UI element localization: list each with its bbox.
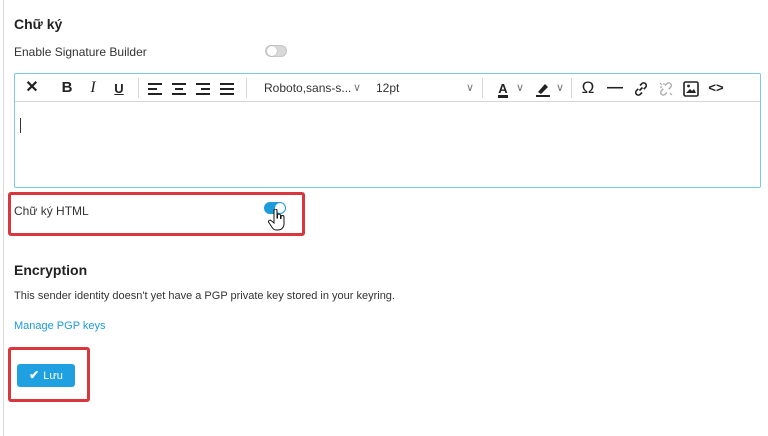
toolbar-divider [571,78,572,98]
font-family-select[interactable]: Roboto,sans-s... [264,74,351,102]
checkmark-icon: ✔ [29,368,40,382]
italic-icon: I [90,79,96,96]
align-left-button[interactable] [147,74,163,102]
encryption-description: This sender identity doesn't yet have a … [14,290,395,302]
text-caret [20,118,21,133]
code-icon: <> [708,80,724,95]
bold-button[interactable]: B [59,74,75,102]
editor-toolbar: ✕ B I U Roboto,sans-s... ∨ 12pt ∨ A ∨ ∨ … [15,74,760,102]
chevron-down-icon: ∨ [516,82,525,94]
image-button[interactable] [681,74,701,102]
chevron-down-icon: ∨ [556,82,565,94]
toolbar-divider [482,78,483,98]
signature-section-title: Chữ ký [14,16,63,32]
horizontal-line-button[interactable]: — [605,74,625,102]
signature-builder-label: Enable Signature Builder [14,45,147,59]
align-left-icon [148,83,162,96]
justify-button[interactable] [219,74,235,102]
underline-icon: U [114,81,124,96]
align-center-icon [172,83,186,96]
text-color-icon: A [498,81,508,98]
align-right-button[interactable] [195,74,211,102]
image-icon [683,81,699,98]
html-signature-label: Chữ ký HTML [14,204,89,218]
unlink-icon [659,82,673,97]
special-character-button[interactable]: Ω [578,74,598,102]
toggle-knob [267,46,277,56]
align-center-button[interactable] [171,74,187,102]
close-icon: ✕ [25,79,39,96]
save-button-label: Lưu [43,370,63,382]
source-code-button[interactable]: <> [705,74,727,102]
justify-icon [220,83,234,96]
clear-formatting-button[interactable]: ✕ [23,74,41,102]
unlink-button[interactable] [656,74,676,102]
chevron-down-icon: ∨ [466,82,475,94]
text-color-button[interactable]: A [493,74,513,102]
omega-icon: Ω [581,78,595,97]
encryption-section-title: Encryption [14,262,88,278]
hand-cursor-icon [268,209,285,231]
font-size-select[interactable]: 12pt [376,74,399,102]
left-border [3,0,4,436]
manage-pgp-keys-link[interactable]: Manage PGP keys [14,320,106,332]
bold-icon: B [61,79,73,96]
highlighter-icon [536,84,550,98]
toolbar-divider [138,78,139,98]
toolbar-divider [246,78,247,98]
signature-builder-toggle[interactable] [265,45,287,57]
link-icon [634,82,648,97]
signature-editor: ✕ B I U Roboto,sans-s... ∨ 12pt ∨ A ∨ ∨ … [14,73,761,188]
italic-button[interactable]: I [85,74,101,102]
link-button[interactable] [631,74,651,102]
underline-button[interactable]: U [111,74,127,102]
signature-edit-area[interactable] [15,103,760,187]
horizontal-line-icon: — [607,79,623,96]
highlight-color-button[interactable] [533,74,553,102]
align-right-icon [196,83,210,96]
chevron-down-icon: ∨ [353,82,362,94]
save-button[interactable]: ✔ Lưu [17,364,75,387]
